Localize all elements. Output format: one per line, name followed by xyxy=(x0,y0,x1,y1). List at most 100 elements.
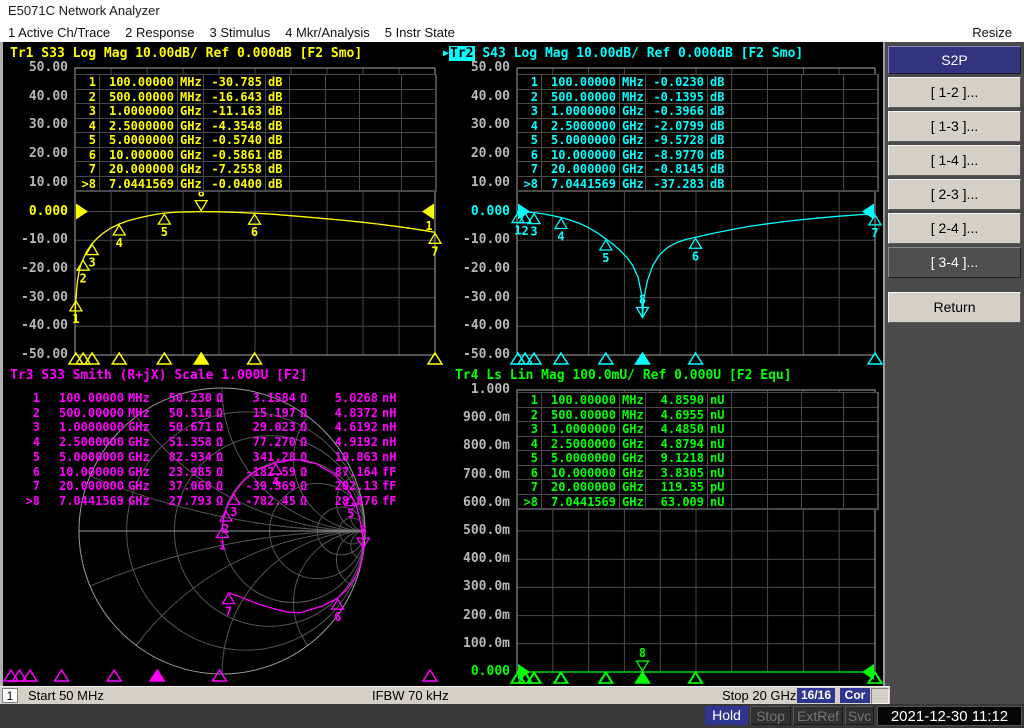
marker-table-cell: 7.0441569 xyxy=(100,176,178,191)
marker-table-cell: GHz xyxy=(620,176,646,191)
softkey-s2p[interactable]: S2P xyxy=(888,46,1021,74)
tr1-ytick: 0.000 xyxy=(28,203,68,219)
marker-icon xyxy=(688,237,703,249)
marker-table-cell xyxy=(844,480,878,495)
marker-table-cell xyxy=(732,451,768,466)
menu-item-5[interactable]: 5 Instr State xyxy=(385,25,455,40)
marker-table-cell: 3.8305 xyxy=(646,465,708,480)
smith-table-cell: Ω xyxy=(216,479,224,494)
marker-table-cell xyxy=(326,89,360,104)
marker-table-cell: 1.0000000 xyxy=(542,422,620,437)
softkey-3-4[interactable]: [ 3-4 ]... xyxy=(888,247,1021,278)
menu-item-3[interactable]: 3 Stimulus xyxy=(210,25,271,40)
stimulus-marker-icon xyxy=(83,351,101,365)
marker-table-cell xyxy=(360,176,402,191)
marker-table-cell: nU xyxy=(708,422,732,437)
menu-item-2[interactable]: 2 Response xyxy=(125,25,194,40)
marker-table-cell: GHz xyxy=(620,162,646,177)
marker-table-cell: 4.8590 xyxy=(646,393,708,408)
stimulus-marker-icon xyxy=(105,668,123,682)
marker-table-cell xyxy=(732,75,768,90)
marker-table-cell: GHz xyxy=(620,133,646,148)
marker-table-cell xyxy=(360,104,402,119)
marker-table-cell xyxy=(844,89,878,104)
smith-marker-table-row: 3 1.0000000 GHz 50.671 Ω 29.023 Ω 4.6192 nH xyxy=(18,420,404,435)
stimulus-marker-icon xyxy=(74,351,92,365)
marker-table-cell xyxy=(732,480,768,495)
marker-table-cell: 3 xyxy=(76,104,100,119)
menu-item-4[interactable]: 4 Mkr/Analysis xyxy=(285,25,370,40)
marker-table-cell: 2 xyxy=(518,407,542,422)
smith-table-cell: Ω xyxy=(300,391,308,405)
marker-number-label: 8 xyxy=(639,293,646,307)
svc-status-badge: Svc xyxy=(845,706,874,725)
smith-table-cell: 7 xyxy=(32,479,40,494)
marker-table-cell xyxy=(290,147,326,162)
marker-icon xyxy=(867,213,883,226)
marker-table-cell xyxy=(802,75,844,90)
smith-table-cell: Ω xyxy=(300,464,308,479)
ref-level-pointer-icon xyxy=(518,664,530,680)
marker-table-cell: GHz xyxy=(620,118,646,133)
marker-number-label: 5 xyxy=(347,507,354,521)
tr4-ytick: 100.0m xyxy=(463,635,510,651)
marker-table-cell xyxy=(768,465,802,480)
marker-table-cell xyxy=(802,480,844,495)
marker-table-cell: nU xyxy=(708,451,732,466)
marker-table-cell: -16.643 xyxy=(204,89,266,104)
marker-table-cell: 2 xyxy=(76,89,100,104)
marker-table-cell xyxy=(802,162,844,177)
softkey-2-4[interactable]: [ 2-4 ]... xyxy=(888,213,1021,244)
smith-table-cell: 77.270 xyxy=(252,435,296,450)
smith-table-cell: 23.985 xyxy=(168,464,212,479)
ifbw-label: IFBW 70 kHz xyxy=(372,688,449,703)
stimulus-marker-icon xyxy=(211,668,228,682)
stimulus-marker-icon xyxy=(597,351,615,365)
smith-table-cell: 4.6192 xyxy=(334,420,378,435)
marker-table-cell xyxy=(802,176,844,191)
active-stimulus-marker-icon xyxy=(634,670,651,684)
smith-table-cell: Ω xyxy=(216,464,224,479)
smith-marker-table-row: 7 20.000000 GHz 37.060 Ω -39.369 Ω 202.13 fF xyxy=(18,479,404,494)
marker-table-cell xyxy=(802,89,844,104)
marker-table-cell: dB xyxy=(266,147,290,162)
stimulus-marker-icon xyxy=(597,670,615,684)
marker-table-cell xyxy=(844,407,878,422)
tr2-marker-table: 1 100.00000 MHz -0.0230 dB 2 500.00000 MHz -0.13… xyxy=(517,74,879,192)
stimulus-marker-icon xyxy=(53,668,70,682)
marker-table-cell: GHz xyxy=(178,133,204,148)
marker-table-cell: -8.9770 xyxy=(646,147,708,162)
marker-table-cell: -0.5740 xyxy=(204,133,266,148)
active-marker-icon xyxy=(356,537,371,550)
marker-number-label: 7 xyxy=(431,244,438,258)
marker-table-cell xyxy=(360,118,402,133)
marker-table-cell xyxy=(290,133,326,148)
tr4-ytick: 700.0m xyxy=(463,466,510,482)
marker-table-cell xyxy=(326,118,360,133)
marker-table-cell: GHz xyxy=(620,104,646,119)
marker-table-cell: dB xyxy=(708,89,732,104)
smith-table-cell: 27.793 xyxy=(168,493,212,508)
marker-table-cell: >8 xyxy=(76,176,100,191)
marker-table-cell: 20.000000 xyxy=(542,480,620,495)
marker-icon xyxy=(598,671,613,684)
tr4-marker-table: 1 100.00000 MHz 4.8590 nU 2 500.00000 MHz 4.6955… xyxy=(517,392,879,510)
marker-icon xyxy=(517,211,533,224)
softkey-2-3[interactable]: [ 2-3 ]... xyxy=(888,179,1021,210)
instrument-status-bar: Hold Stop ExtRef Svc 2021-12-30 11:12 xyxy=(0,704,1024,728)
marker-table-cell: -9.5728 xyxy=(646,133,708,148)
smith-marker-table-row: >8 7.0441569 GHz 27.793 Ω -782.45 Ω 28.876 fF xyxy=(18,494,404,509)
marker-table-row: 3 1.0000000 GHz -11.163 dB xyxy=(76,104,436,119)
menu-item-1[interactable]: 1 Active Ch/Trace xyxy=(8,25,110,40)
softkey-return[interactable]: Return xyxy=(888,292,1021,323)
resize-button[interactable]: Resize xyxy=(972,25,1012,40)
marker-table-cell xyxy=(844,75,878,90)
smith-table-cell: GHz xyxy=(128,464,150,479)
marker-number-label: 6 xyxy=(692,249,699,263)
marker-table-row: >8 7.0441569 GHz -0.0400 dB xyxy=(76,176,436,191)
softkey-1-3[interactable]: [ 1-3 ]... xyxy=(888,111,1021,142)
marker-table-cell: 2.5000000 xyxy=(542,118,620,133)
softkey-1-2[interactable]: [ 1-2 ]... xyxy=(888,77,1021,108)
softkey-1-4[interactable]: [ 1-4 ]... xyxy=(888,145,1021,176)
marker-table-cell xyxy=(732,422,768,437)
